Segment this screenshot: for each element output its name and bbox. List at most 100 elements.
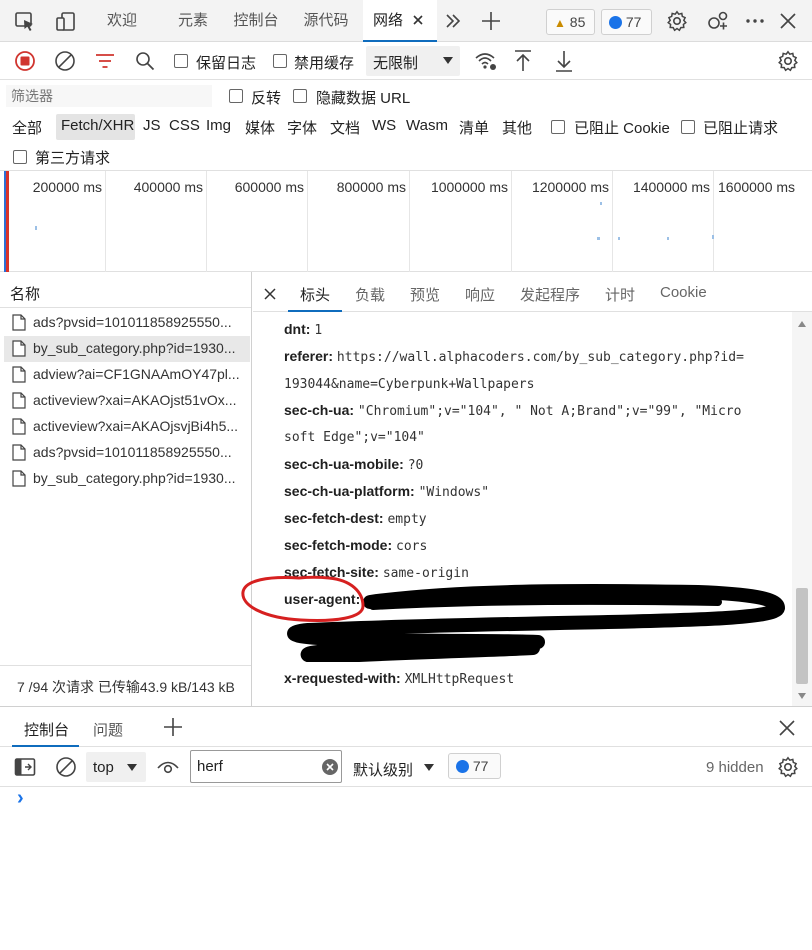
third-party-checkbox[interactable] bbox=[13, 150, 27, 164]
request-row[interactable]: ads?pvsid=101011858925550... bbox=[4, 310, 250, 336]
tab-elements[interactable]: 元素 bbox=[168, 0, 218, 42]
type-wasm[interactable]: Wasm bbox=[406, 117, 448, 134]
hide-data-urls-label: 隐藏数据 URL bbox=[316, 90, 411, 107]
request-row[interactable]: activeview?xai=AKAOjsvjBi4h5... bbox=[4, 414, 250, 440]
filter-input[interactable] bbox=[6, 85, 212, 107]
request-row[interactable]: activeview?xai=AKAOjst51vOx... bbox=[4, 388, 250, 414]
scroll-down-icon[interactable] bbox=[797, 692, 807, 700]
request-row[interactable]: by_sub_category.php?id=1930... bbox=[4, 466, 250, 492]
console-prompt-area[interactable]: › bbox=[0, 787, 812, 950]
throttling-select[interactable]: 无限制 bbox=[366, 46, 460, 76]
inspect-icon[interactable] bbox=[14, 11, 36, 33]
clear-filter-icon[interactable] bbox=[322, 759, 338, 775]
filter-icon[interactable] bbox=[95, 52, 115, 70]
timeline-tick-label: 600000 ms bbox=[234, 179, 304, 195]
customize-icon[interactable] bbox=[706, 10, 730, 32]
tab-response[interactable]: 响应 bbox=[465, 284, 495, 305]
live-expression-eye-icon[interactable] bbox=[156, 757, 180, 777]
request-name: by_sub_category.php?id=1930... bbox=[33, 340, 236, 356]
type-ws[interactable]: WS bbox=[372, 117, 396, 134]
type-media[interactable]: 媒体 bbox=[245, 117, 275, 138]
network-conditions-icon[interactable] bbox=[474, 50, 498, 72]
device-emulation-icon[interactable] bbox=[55, 11, 77, 33]
tab-network[interactable]: 网络 bbox=[363, 0, 437, 42]
header-value: "Chromium";v="104", " Not A;Brand";v="99… bbox=[357, 404, 742, 419]
network-toolbar: 保留日志 禁用缓存 无限制 bbox=[0, 42, 812, 80]
console-settings-icon[interactable] bbox=[777, 756, 799, 778]
type-fetch-xhr[interactable]: Fetch/XHR bbox=[56, 114, 135, 140]
preserve-log-checkbox[interactable] bbox=[174, 54, 188, 68]
more-icon[interactable] bbox=[744, 10, 766, 32]
drawer-tab-console[interactable]: 控制台 bbox=[12, 707, 79, 747]
blocked-cookies-checkbox[interactable] bbox=[551, 120, 565, 134]
console-messages-count: 77 bbox=[472, 758, 489, 774]
scrollbar-thumb[interactable] bbox=[796, 588, 808, 684]
type-other[interactable]: 其他 bbox=[502, 117, 532, 138]
warnings-badge[interactable]: ▲ 85 bbox=[546, 9, 595, 35]
search-icon[interactable] bbox=[135, 51, 155, 71]
blocked-requests-checkbox[interactable] bbox=[681, 120, 695, 134]
record-icon[interactable] bbox=[14, 50, 36, 72]
timeline-request-mark bbox=[712, 235, 714, 239]
tab-welcome[interactable]: 欢迎 bbox=[93, 0, 151, 42]
detail-scrollbar[interactable] bbox=[792, 312, 812, 706]
close-drawer-icon[interactable] bbox=[778, 719, 796, 737]
type-img[interactable]: Img bbox=[206, 117, 231, 134]
timeline-tick-label: 200000 ms bbox=[32, 179, 102, 195]
type-css[interactable]: CSS bbox=[169, 117, 200, 134]
type-font[interactable]: 字体 bbox=[287, 117, 317, 138]
clear-icon[interactable] bbox=[54, 50, 76, 72]
console-prompt-icon: › bbox=[17, 787, 24, 809]
tab-headers[interactable]: 标头 bbox=[288, 272, 342, 312]
add-tab-icon[interactable] bbox=[480, 10, 502, 32]
tab-cookies[interactable]: Cookie bbox=[660, 284, 707, 301]
timeline-request-mark bbox=[597, 237, 600, 240]
tab-timing[interactable]: 计时 bbox=[605, 284, 635, 305]
type-all[interactable]: 全部 bbox=[12, 117, 42, 138]
type-manifest[interactable]: 清单 bbox=[459, 117, 489, 138]
request-row-selected[interactable]: by_sub_category.php?id=1930... bbox=[4, 336, 250, 362]
close-tab-icon[interactable] bbox=[411, 13, 425, 27]
timeline-overview[interactable]: 200000 ms 400000 ms 600000 ms 800000 ms … bbox=[0, 171, 812, 272]
type-doc[interactable]: 文档 bbox=[330, 117, 360, 138]
drawer-tab-issues[interactable]: 问题 bbox=[93, 719, 123, 740]
request-list-header[interactable]: 名称 bbox=[0, 272, 251, 308]
export-har-icon[interactable] bbox=[554, 49, 574, 73]
request-name: activeview?xai=AKAOjst51vOx... bbox=[33, 392, 237, 408]
close-detail-icon[interactable] bbox=[264, 288, 276, 300]
messages-count: 77 bbox=[625, 14, 642, 30]
close-devtools-icon[interactable] bbox=[778, 11, 798, 31]
tab-sources[interactable]: 源代码 bbox=[296, 0, 356, 42]
more-tabs-icon[interactable] bbox=[444, 11, 462, 31]
tab-initiator[interactable]: 发起程序 bbox=[520, 284, 580, 305]
settings-icon[interactable] bbox=[666, 10, 688, 32]
tab-console[interactable]: 控制台 bbox=[226, 0, 286, 42]
messages-badge[interactable]: 77 bbox=[601, 9, 652, 35]
import-har-icon[interactable] bbox=[513, 49, 533, 73]
request-row[interactable]: ads?pvsid=101011858925550... bbox=[4, 440, 250, 466]
request-name: adview?ai=CF1GNAAmOY47pl... bbox=[33, 366, 240, 382]
tab-preview[interactable]: 预览 bbox=[410, 284, 440, 305]
context-value: top bbox=[93, 759, 114, 776]
header-row: sec-ch-ua: "Chromium";v="104", " Not A;B… bbox=[284, 402, 741, 419]
scroll-up-icon[interactable] bbox=[797, 320, 807, 328]
tab-payload[interactable]: 负载 bbox=[355, 284, 385, 305]
header-row: x-requested-with: XMLHttpRequest bbox=[284, 670, 514, 687]
hide-data-urls-checkbox[interactable] bbox=[293, 89, 307, 103]
context-select[interactable]: top bbox=[86, 752, 146, 782]
message-icon bbox=[609, 16, 622, 29]
document-icon bbox=[12, 314, 26, 331]
clear-console-icon[interactable] bbox=[55, 756, 77, 778]
sidebar-toggle-icon[interactable] bbox=[14, 757, 36, 777]
type-js[interactable]: JS bbox=[143, 117, 161, 134]
request-row[interactable]: adview?ai=CF1GNAAmOY47pl... bbox=[4, 362, 250, 388]
disable-cache-checkbox[interactable] bbox=[273, 54, 287, 68]
console-filter-input[interactable]: herf bbox=[190, 750, 342, 783]
log-level-select[interactable]: 默认级别 bbox=[350, 752, 440, 782]
type-fetch-xhr-label: Fetch/XHR bbox=[61, 117, 135, 134]
console-messages-badge[interactable]: 77 bbox=[448, 753, 501, 779]
request-summary-status: 7 /94 次请求 已传输43.9 kB/143 kB bbox=[17, 679, 235, 695]
add-drawer-tab-icon[interactable] bbox=[162, 716, 184, 738]
network-settings-icon[interactable] bbox=[777, 50, 799, 72]
invert-checkbox[interactable] bbox=[229, 89, 243, 103]
